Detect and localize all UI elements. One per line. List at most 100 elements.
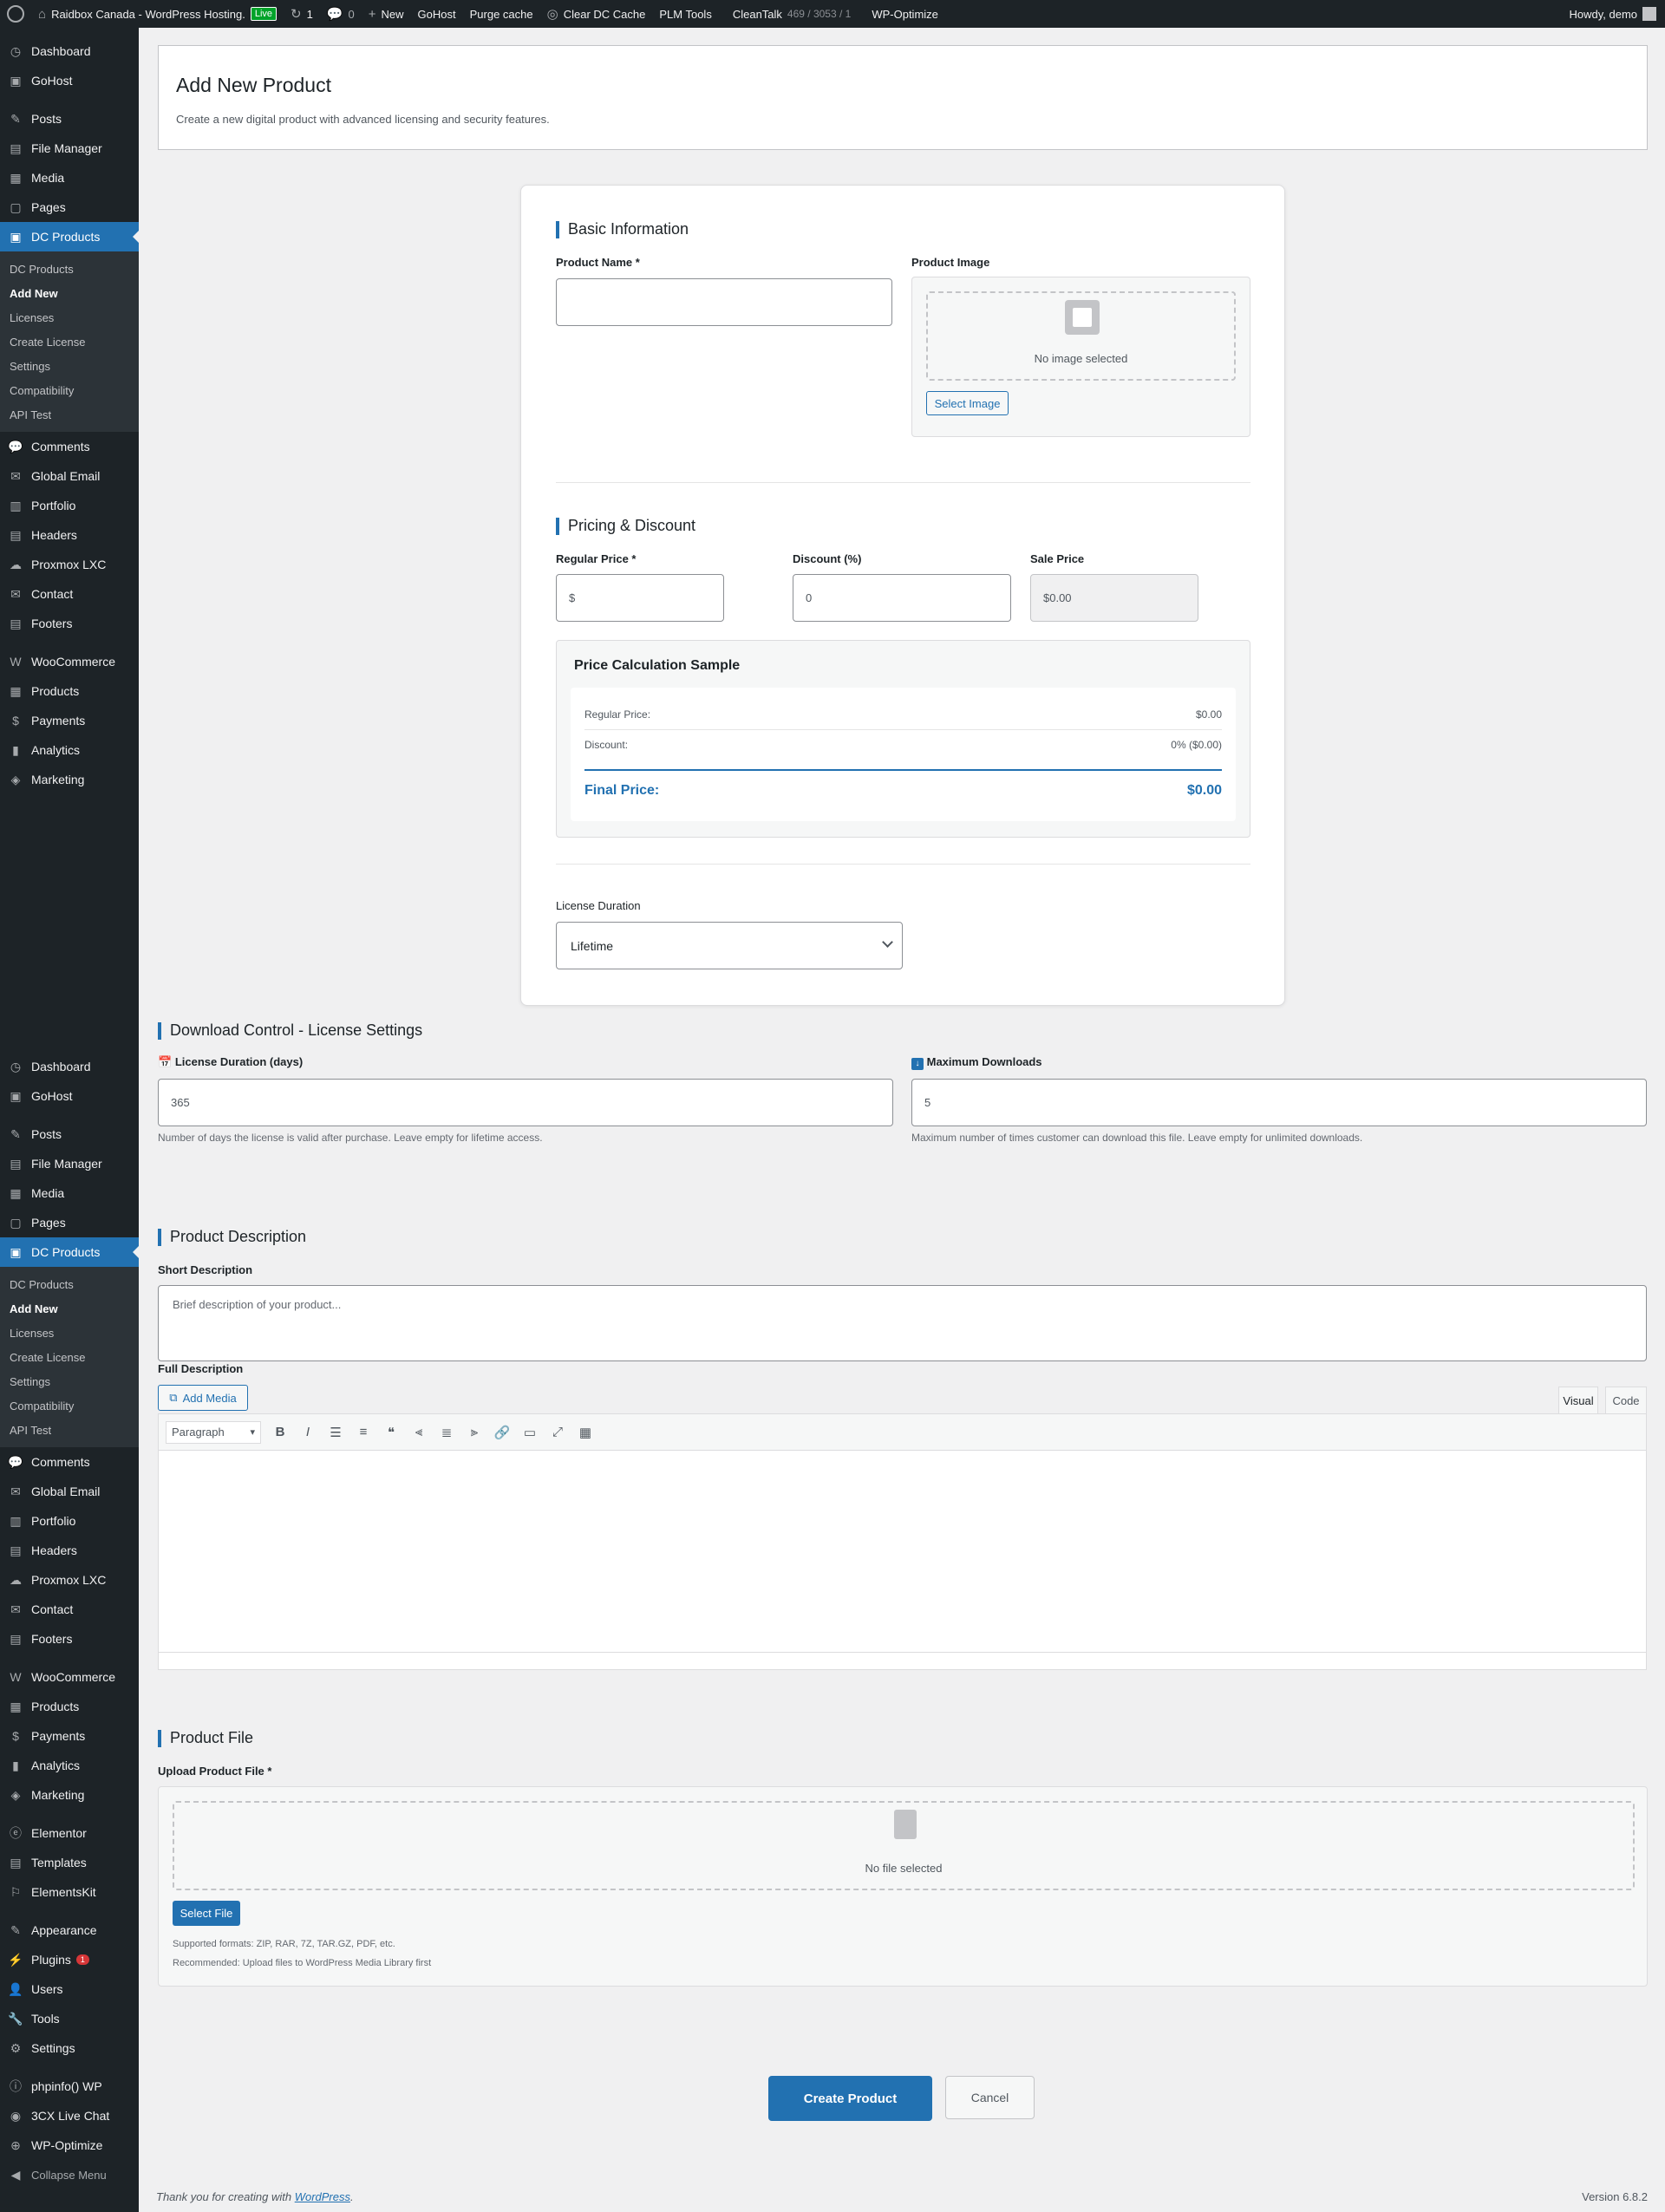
gohost-link[interactable]: GoHost: [411, 0, 463, 28]
sidebar-item-wp-optimize[interactable]: ⊕ WP-Optimize: [0, 2130, 139, 2160]
sidebar-item-global-email[interactable]: ✉ Global Email: [0, 1477, 139, 1506]
italic-icon[interactable]: I: [294, 1425, 322, 1439]
sidebar-item-products[interactable]: ▦ Products: [0, 1692, 139, 1721]
align-center-icon[interactable]: ≣: [433, 1425, 460, 1440]
sidebar-item-footers[interactable]: ▤ Footers: [0, 609, 139, 638]
sidebar-item-analytics[interactable]: ▮ Analytics: [0, 1751, 139, 1780]
sidebar-item-posts[interactable]: ✎ Posts: [0, 104, 139, 134]
sidebar-item-analytics[interactable]: ▮ Analytics: [0, 735, 139, 765]
sidebar-item-tools[interactable]: 🔧 Tools: [0, 2004, 139, 2033]
submenu-item-create-license[interactable]: Create License: [0, 330, 139, 354]
read-more-icon[interactable]: ▭: [516, 1425, 544, 1440]
sidebar-item-gohost[interactable]: ▣ GoHost: [0, 1081, 139, 1111]
sidebar-item-media[interactable]: ▦ Media: [0, 1178, 139, 1208]
submenu-item-add-new[interactable]: Add New: [0, 1296, 139, 1321]
sidebar-item-headers[interactable]: ▤ Headers: [0, 520, 139, 550]
link-icon[interactable]: 🔗: [488, 1425, 516, 1440]
sidebar-item-users[interactable]: 👤 Users: [0, 1974, 139, 2004]
bold-icon[interactable]: B: [266, 1425, 294, 1439]
plm-tools-link[interactable]: PLM Tools: [652, 0, 718, 28]
sidebar-item-plugins[interactable]: ⚡ Plugins 1: [0, 1945, 139, 1974]
sidebar-item-proxmox-lxc[interactable]: ☁ Proxmox LXC: [0, 550, 139, 579]
submenu-item-api-test[interactable]: API Test: [0, 402, 139, 427]
create-product-button[interactable]: Create Product: [768, 2076, 932, 2121]
format-select[interactable]: Paragraph: [166, 1420, 261, 1444]
new-content-link[interactable]: + New: [362, 0, 411, 28]
sidebar-item-3cx-live-chat[interactable]: ◉ 3CX Live Chat: [0, 2101, 139, 2130]
sidebar-item-media[interactable]: ▦ Media: [0, 163, 139, 192]
sidebar-item-elementor[interactable]: ⓔ Elementor: [0, 1818, 139, 1848]
wordpress-link[interactable]: WordPress: [295, 2190, 350, 2203]
wp-optimize-link[interactable]: WP-Optimize: [865, 0, 945, 28]
sidebar-item-file-manager[interactable]: ▤ File Manager: [0, 134, 139, 163]
sidebar-item-elementskit[interactable]: ⚐ ElementsKit: [0, 1877, 139, 1907]
cleantalk-link[interactable]: CleanTalk 469 / 3053 / 1: [726, 0, 859, 28]
sidebar-item-dc-products[interactable]: ▣ DC Products: [0, 1237, 139, 1267]
discount-input[interactable]: 0: [793, 574, 1011, 622]
sidebar-item-footers[interactable]: ▤ Footers: [0, 1624, 139, 1654]
regular-price-input[interactable]: $: [556, 574, 724, 622]
submenu-item-create-license[interactable]: Create License: [0, 1345, 139, 1369]
sidebar-item-pages[interactable]: ▢ Pages: [0, 1208, 139, 1237]
sidebar-item-appearance[interactable]: ✎ Appearance: [0, 1915, 139, 1945]
clear-dc-cache-link[interactable]: ◎ Clear DC Cache: [540, 0, 653, 28]
sidebar-item-payments[interactable]: $ Payments: [0, 706, 139, 735]
submenu-item-compatibility[interactable]: Compatibility: [0, 378, 139, 402]
sidebar-item-gohost[interactable]: ▣ GoHost: [0, 66, 139, 95]
fullscreen-icon[interactable]: ⤢: [544, 1425, 571, 1439]
sidebar-item-global-email[interactable]: ✉ Global Email: [0, 461, 139, 491]
numbered-list-icon[interactable]: ≡: [349, 1425, 377, 1439]
select-file-button[interactable]: Select File: [173, 1901, 240, 1926]
sidebar-item-dashboard[interactable]: ◷ Dashboard: [0, 1052, 139, 1081]
sidebar-item-posts[interactable]: ✎ Posts: [0, 1119, 139, 1149]
cancel-button[interactable]: Cancel: [945, 2076, 1035, 2119]
collapse-menu-button[interactable]: ◀ Collapse Menu: [0, 2160, 139, 2189]
image-dropzone[interactable]: No image selected: [926, 291, 1236, 381]
submenu-item-settings[interactable]: Settings: [0, 354, 139, 378]
sidebar-item-dashboard[interactable]: ◷ Dashboard: [0, 36, 139, 66]
sidebar-item-portfolio[interactable]: ▥ Portfolio: [0, 1506, 139, 1536]
sidebar-item-woocommerce[interactable]: W WooCommerce: [0, 1662, 139, 1692]
site-name-link[interactable]: ⌂ Raidbox Canada - WordPress Hosting. Live: [31, 0, 284, 28]
toolbar-toggle-icon[interactable]: ▦: [571, 1425, 599, 1440]
sidebar-item-comments[interactable]: 💬 Comments: [0, 432, 139, 461]
license-days-input[interactable]: 365: [158, 1079, 893, 1126]
updates-link[interactable]: ↻ 1: [284, 0, 320, 28]
comments-link[interactable]: 💬 0: [320, 0, 362, 28]
sidebar-item-contact[interactable]: ✉ Contact: [0, 579, 139, 609]
submenu-item-dc-products[interactable]: DC Products: [0, 1272, 139, 1296]
sidebar-item-payments[interactable]: $ Payments: [0, 1721, 139, 1751]
license-duration-select[interactable]: Lifetime: [556, 922, 903, 969]
submenu-item-api-test[interactable]: API Test: [0, 1418, 139, 1442]
sidebar-item-templates[interactable]: ▤ Templates: [0, 1848, 139, 1877]
purge-cache-link[interactable]: Purge cache: [463, 0, 540, 28]
wordpress-logo-icon[interactable]: [7, 5, 24, 23]
sidebar-item-contact[interactable]: ✉ Contact: [0, 1595, 139, 1624]
sidebar-item-comments[interactable]: 💬 Comments: [0, 1447, 139, 1477]
sidebar-item-settings[interactable]: ⚙ Settings: [0, 2033, 139, 2063]
sidebar-item-marketing[interactable]: ◈ Marketing: [0, 1780, 139, 1810]
blockquote-icon[interactable]: ❝: [377, 1425, 405, 1440]
select-image-button[interactable]: Select Image: [926, 391, 1009, 415]
align-left-icon[interactable]: ⫷: [405, 1425, 433, 1439]
sidebar-item-pages[interactable]: ▢ Pages: [0, 192, 139, 222]
sidebar-item-marketing[interactable]: ◈ Marketing: [0, 765, 139, 794]
file-dropzone[interactable]: No file selected: [173, 1801, 1635, 1890]
sidebar-item-dc-products[interactable]: ▣ DC Products: [0, 222, 139, 251]
full-description-editor[interactable]: Paragraph B I ☰ ≡ ❝ ⫷ ≣ ⫸ 🔗 ▭ ⤢ ▦: [158, 1413, 1647, 1670]
product-name-input[interactable]: [556, 278, 892, 326]
align-right-icon[interactable]: ⫸: [460, 1425, 488, 1439]
short-description-textarea[interactable]: Brief description of your product...: [158, 1285, 1647, 1361]
sidebar-item-products[interactable]: ▦ Products: [0, 676, 139, 706]
tab-code[interactable]: Code: [1605, 1387, 1647, 1414]
tab-visual[interactable]: Visual: [1558, 1387, 1598, 1414]
sidebar-item-portfolio[interactable]: ▥ Portfolio: [0, 491, 139, 520]
sidebar-item-woocommerce[interactable]: W WooCommerce: [0, 647, 139, 676]
submenu-item-licenses[interactable]: Licenses: [0, 1321, 139, 1345]
max-downloads-input[interactable]: 5: [911, 1079, 1647, 1126]
sidebar-item-file-manager[interactable]: ▤ File Manager: [0, 1149, 139, 1178]
submenu-item-dc-products[interactable]: DC Products: [0, 257, 139, 281]
user-menu[interactable]: Howdy, demo: [1569, 7, 1665, 21]
submenu-item-compatibility[interactable]: Compatibility: [0, 1393, 139, 1418]
submenu-item-add-new[interactable]: Add New: [0, 281, 139, 305]
